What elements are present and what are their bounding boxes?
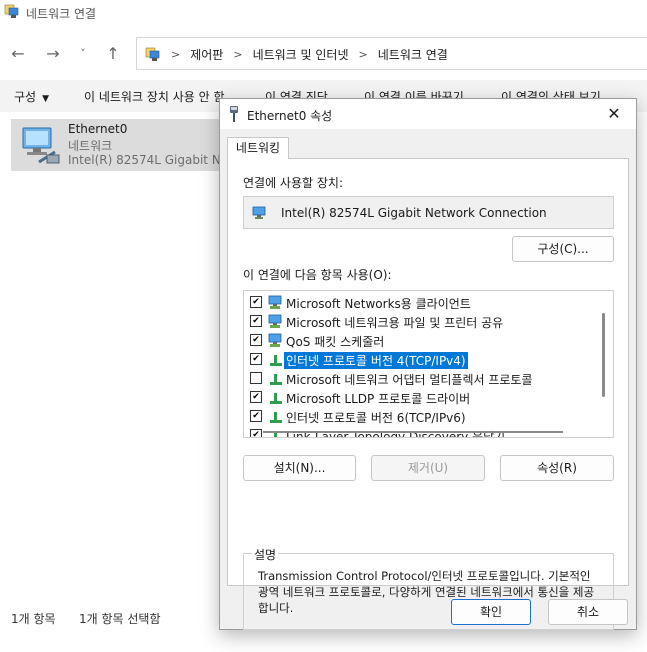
- connect-using-label: 연결에 사용할 장치:: [243, 176, 343, 190]
- window-titlebar: 네트워크 연결: [0, 0, 647, 28]
- item-label: QoS 패킷 스케줄러: [286, 335, 385, 349]
- device-field: Intel(R) 82574L Gigabit Network Connecti…: [243, 196, 614, 229]
- horizontal-scrollbar[interactable]: [263, 431, 563, 433]
- list-item[interactable]: ✔ Microsoft 네트워크용 파일 및 프린터 공유: [244, 312, 596, 331]
- checkbox[interactable]: ✔: [250, 334, 262, 346]
- back-button[interactable]: ←: [8, 44, 28, 64]
- list-item[interactable]: ✔ 인터넷 프로토콜 버전 6(TCP/IPv6): [244, 407, 596, 426]
- checkbox[interactable]: [250, 372, 262, 384]
- chevron-right-icon: >: [233, 48, 243, 61]
- chevron-right-icon: >: [358, 48, 368, 61]
- tab-networking[interactable]: 네트워킹: [227, 137, 289, 159]
- components-list[interactable]: ✔ Microsoft Networks용 클라이언트 ✔ Microsoft …: [243, 290, 614, 438]
- item-label: Microsoft LLDP 프로토콜 드라이버: [286, 392, 471, 406]
- close-button[interactable]: ✕: [592, 99, 636, 129]
- networking-panel: 연결에 사용할 장치: Intel(R) 82574L Gigabit Netw…: [227, 158, 629, 630]
- description-title: 설명: [252, 546, 279, 563]
- protocol-icon: [270, 393, 282, 404]
- caret-down-icon: ▼: [42, 94, 50, 104]
- ethernet-properties-dialog: Ethernet0 속성 ✕ 네트워킹 연결에 사용할 장치: Intel(R)…: [219, 98, 637, 630]
- control-panel-icon: [145, 47, 160, 61]
- breadcrumb-network-internet[interactable]: 네트워크 및 인터넷: [253, 46, 349, 63]
- item-label: Microsoft 네트워크용 파일 및 프린터 공유: [286, 316, 504, 330]
- adapter-item-ethernet0[interactable]: Ethernet0 네트워크 Intel(R) 82574L Gigabit N…: [11, 119, 334, 171]
- network-client-icon: [268, 314, 282, 328]
- list-item[interactable]: ✔ 인터넷 프로토콜 버전 4(TCP/IPv4): [244, 350, 596, 369]
- device-name: Intel(R) 82574L Gigabit Network Connecti…: [281, 206, 547, 220]
- window-title: 네트워크 연결: [26, 7, 97, 21]
- item-label: 인터넷 프로토콜 버전 6(TCP/IPv6): [286, 411, 466, 425]
- breadcrumb-control-panel[interactable]: 제어판: [190, 46, 223, 63]
- uninstall-button[interactable]: 제거(U): [371, 455, 485, 481]
- adapter-network: 네트워크: [68, 139, 113, 153]
- install-button[interactable]: 설치(N)...: [243, 455, 356, 481]
- configure-button[interactable]: 구성(C)...: [512, 236, 614, 262]
- item-label: Microsoft Networks용 클라이언트: [286, 297, 471, 311]
- checkbox[interactable]: ✔: [250, 391, 262, 403]
- adapter-name: Ethernet0: [68, 122, 128, 136]
- vertical-scrollbar[interactable]: [602, 313, 605, 397]
- checkbox[interactable]: ✔: [250, 296, 262, 308]
- selected-count: 1개 항목 선택함: [79, 612, 161, 626]
- breadcrumb: > 제어판 > 네트워크 및 인터넷 > 네트워크 연결: [145, 46, 448, 63]
- item-count: 1개 항목: [11, 612, 56, 626]
- list-item[interactable]: ✔ Microsoft Networks용 클라이언트: [244, 293, 596, 312]
- item-label: Microsoft 네트워크 어댑터 멀티플렉서 프로토콜: [286, 373, 533, 387]
- checkbox[interactable]: ✔: [250, 315, 262, 327]
- item-label: 인터넷 프로토콜 버전 4(TCP/IPv4): [284, 352, 468, 369]
- up-button[interactable]: ↑: [103, 44, 123, 64]
- list-item[interactable]: ✔ Microsoft LLDP 프로토콜 드라이버: [244, 388, 596, 407]
- checkbox[interactable]: ✔: [250, 353, 262, 365]
- cancel-button[interactable]: 취소: [548, 599, 628, 625]
- items-label: 이 연결에 다음 항목 사용(O):: [243, 268, 392, 282]
- dialog-titlebar: Ethernet0 속성 ✕: [220, 99, 636, 129]
- address-bar[interactable]: > 제어판 > 네트워크 및 인터넷 > 네트워크 연결: [136, 37, 647, 70]
- forward-button[interactable]: →: [43, 44, 63, 64]
- protocol-icon: [270, 374, 282, 385]
- list-item[interactable]: Microsoft 네트워크 어댑터 멀티플렉서 프로토콜: [244, 369, 596, 388]
- dialog-title: Ethernet0 속성: [247, 109, 333, 123]
- chevron-right-icon: >: [171, 48, 181, 61]
- checkbox[interactable]: ✔: [250, 429, 262, 437]
- organize-menu[interactable]: 구성 ▼: [14, 88, 49, 105]
- network-adapter-icon: [252, 206, 266, 219]
- network-cable-icon: [230, 106, 238, 122]
- breadcrumb-network-connections[interactable]: 네트워크 연결: [378, 46, 448, 63]
- disable-device-button[interactable]: 이 네트워크 장치 사용 안 함: [84, 88, 225, 105]
- network-client-icon: [268, 295, 282, 309]
- ok-button[interactable]: 확인: [451, 599, 531, 625]
- network-adapter-icon: [22, 127, 60, 164]
- properties-button[interactable]: 속성(R): [500, 455, 614, 481]
- protocol-icon: [270, 412, 282, 423]
- network-connections-icon: [4, 4, 19, 18]
- organize-label: 구성: [14, 90, 37, 104]
- checkbox[interactable]: ✔: [250, 410, 262, 422]
- protocol-icon: [274, 431, 277, 437]
- item-label: Link-Layer Topology Discovery 응답기: [286, 430, 506, 438]
- recent-locations-button[interactable]: ˅: [73, 44, 93, 64]
- network-client-icon: [268, 333, 282, 347]
- list-item[interactable]: ✔ QoS 패킷 스케줄러: [244, 331, 596, 350]
- protocol-icon: [270, 355, 282, 366]
